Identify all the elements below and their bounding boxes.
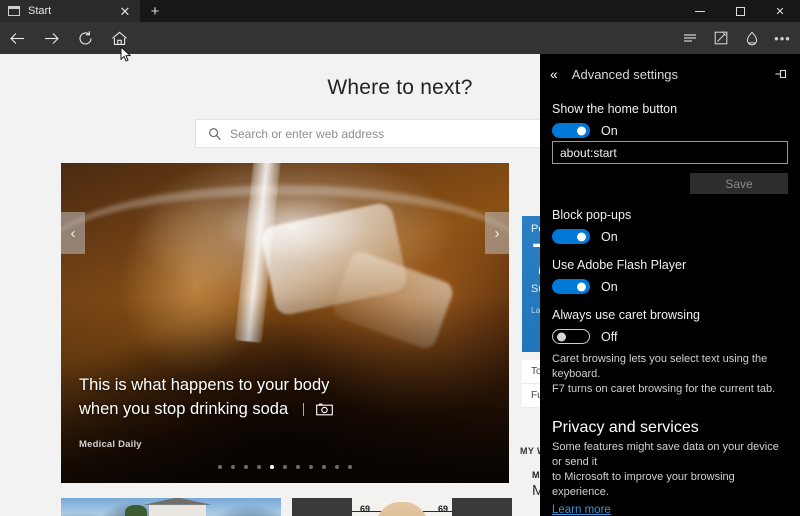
hero-headline-line2: when you stop drinking soda xyxy=(79,400,289,418)
toolbar-right-group: ••• xyxy=(674,22,798,54)
home-url-input[interactable]: about:start xyxy=(552,141,788,164)
home-button-toggle-row[interactable]: On xyxy=(552,123,788,138)
title-bar: Start ✕ + ✕ xyxy=(0,0,800,22)
privacy-section-heading: Privacy and services xyxy=(552,419,699,436)
home-url-value: about:start xyxy=(560,145,617,160)
camera-icon xyxy=(302,403,333,417)
carousel-dot-active[interactable] xyxy=(270,465,274,469)
pen-note-icon xyxy=(714,31,727,45)
flash-player-toggle[interactable] xyxy=(552,279,590,294)
news-tile-1[interactable] xyxy=(61,498,281,516)
tab-title: Start xyxy=(28,5,52,17)
hero-headline-line2-wrap: when you stop drinking soda xyxy=(79,397,491,421)
hub-favorites-icon xyxy=(746,31,757,46)
carousel-dot[interactable] xyxy=(296,465,300,469)
flash-player-toggle-row[interactable]: On xyxy=(552,279,788,294)
panel-title: Advanced settings xyxy=(571,66,679,82)
hero-headline-line1: This is what happens to your body xyxy=(79,376,330,394)
flash-player-label: Use Adobe Flash Player xyxy=(552,258,687,272)
hero-caption: This is what happens to your body when y… xyxy=(79,373,491,421)
forward-arrow-icon xyxy=(44,32,59,44)
tab-close-icon[interactable]: ✕ xyxy=(114,0,136,22)
news-tile-2[interactable]: 69 69 INCHES INCHES 66 66 63 63 INCHES I… xyxy=(292,498,512,516)
carousel-dot[interactable] xyxy=(218,465,222,469)
privacy-description-line1: Some features might save data on your de… xyxy=(552,441,779,468)
home-button-toggle[interactable] xyxy=(552,123,590,138)
carousel-dot[interactable] xyxy=(231,465,235,469)
panel-header: « Advanced settings xyxy=(540,60,800,88)
advanced-settings-panel: « Advanced settings Show the home button… xyxy=(540,54,800,516)
block-popups-toggle-row[interactable]: On xyxy=(552,229,788,244)
maximize-icon xyxy=(735,6,745,16)
tab-favicon-icon xyxy=(8,6,20,16)
learn-more-link[interactable]: Learn more xyxy=(552,504,611,516)
back-button[interactable] xyxy=(0,22,34,54)
carousel-dot[interactable] xyxy=(348,465,352,469)
carousel-dot[interactable] xyxy=(283,465,287,469)
privacy-description-line2: to Microsoft to improve your browsing ex… xyxy=(552,471,735,498)
caret-browsing-description: Caret browsing lets you select text usin… xyxy=(552,352,788,397)
home-button[interactable] xyxy=(102,22,136,54)
search-input[interactable]: Search or enter web address xyxy=(230,127,384,141)
caret-browsing-toggle-row[interactable]: Off xyxy=(552,329,788,344)
caret-description-line2: F7 turns on caret browsing for the curre… xyxy=(552,383,776,395)
block-popups-toggle[interactable] xyxy=(552,229,590,244)
news-tile-1-image xyxy=(61,498,281,516)
carousel-dot[interactable] xyxy=(322,465,326,469)
home-button-setting-label: Show the home button xyxy=(552,102,678,116)
hero-source: Medical Daily xyxy=(79,439,142,450)
home-icon xyxy=(111,31,127,45)
block-popups-state: On xyxy=(601,229,618,244)
carousel-dot[interactable] xyxy=(335,465,339,469)
block-popups-label: Block pop-ups xyxy=(552,208,632,222)
back-arrow-icon xyxy=(9,32,24,44)
carousel-prev-button[interactable]: ‹ xyxy=(61,212,85,254)
height-marker-right-69: 69 xyxy=(438,504,449,514)
hub-button[interactable] xyxy=(736,22,767,54)
save-row: Save xyxy=(552,173,788,194)
carousel-dot[interactable] xyxy=(244,465,248,469)
forward-button[interactable] xyxy=(34,22,68,54)
privacy-description: Some features might save data on your de… xyxy=(552,440,788,500)
panel-back-icon[interactable]: « xyxy=(550,67,558,81)
edge-browser-window: Start ✕ + ✕ ••• Where to next? Search or… xyxy=(0,0,800,516)
home-button-toggle-state: On xyxy=(601,123,618,138)
caret-browsing-state: Off xyxy=(601,329,618,344)
browser-toolbar: ••• xyxy=(0,22,800,54)
search-icon xyxy=(208,127,222,141)
carousel-dot[interactable] xyxy=(309,465,313,469)
more-actions-button[interactable]: ••• xyxy=(767,22,798,54)
web-note-button[interactable] xyxy=(705,22,736,54)
minimize-button[interactable] xyxy=(680,0,720,22)
reading-lines-icon xyxy=(683,34,696,42)
caret-browsing-label: Always use caret browsing xyxy=(552,308,700,322)
caret-description-line1: Caret browsing lets you select text usin… xyxy=(552,353,768,380)
new-tab-button[interactable]: + xyxy=(140,0,170,22)
caret-browsing-toggle[interactable] xyxy=(552,329,590,344)
refresh-icon xyxy=(78,30,92,44)
browser-tab-start[interactable]: Start ✕ xyxy=(0,0,140,22)
reading-list-button[interactable] xyxy=(674,22,705,54)
carousel-dots[interactable] xyxy=(61,465,509,469)
carousel-dot[interactable] xyxy=(257,465,261,469)
maximize-button[interactable] xyxy=(720,0,760,22)
pin-icon[interactable] xyxy=(772,65,790,83)
news-hero-carousel[interactable]: This is what happens to your body when y… xyxy=(61,163,509,483)
minimize-icon xyxy=(695,10,705,12)
close-window-button[interactable]: ✕ xyxy=(760,0,800,22)
window-controls: ✕ xyxy=(680,0,800,22)
height-marker-left-69: 69 xyxy=(360,504,371,514)
panel-body: Show the home button On about:start Save… xyxy=(540,102,800,516)
refresh-button[interactable] xyxy=(68,22,102,54)
flash-player-state: On xyxy=(601,279,618,294)
carousel-next-button[interactable]: › xyxy=(485,212,509,254)
save-button[interactable]: Save xyxy=(690,173,788,194)
